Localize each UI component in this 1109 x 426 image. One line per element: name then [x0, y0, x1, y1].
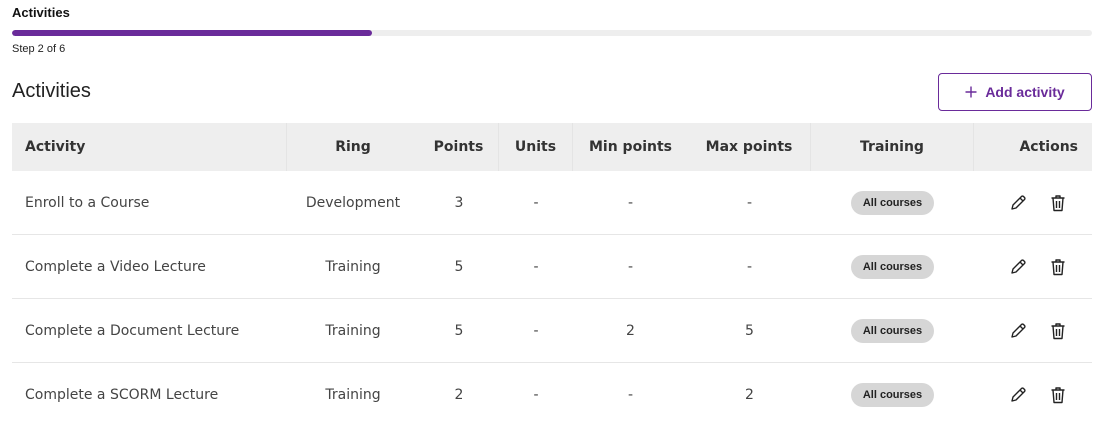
points-value: 3 — [454, 194, 464, 211]
header-points[interactable]: Points — [419, 123, 499, 171]
progress-bar — [12, 30, 1092, 36]
activity-name: Complete a Document Lecture — [25, 322, 240, 339]
ring-value: Training — [325, 386, 381, 403]
activity-name: Complete a Video Lecture — [25, 258, 206, 275]
min-points-value: 2 — [626, 322, 635, 339]
training-badge: All courses — [850, 190, 935, 215]
ring-value: Training — [325, 322, 381, 339]
header-units[interactable]: Units — [499, 123, 573, 171]
header-max-points[interactable]: Max points — [688, 123, 811, 171]
actions-cell — [974, 385, 1092, 405]
min-points-value: - — [627, 386, 634, 403]
pencil-icon[interactable] — [1008, 257, 1028, 277]
max-points-value: 5 — [745, 322, 754, 339]
actions-cell — [974, 193, 1092, 213]
units-value: - — [533, 322, 539, 339]
trash-icon[interactable] — [1048, 321, 1068, 341]
step-label: Step 2 of 6 — [12, 43, 66, 55]
training-cell: All courses — [811, 254, 974, 279]
trash-icon[interactable] — [1048, 193, 1068, 213]
table-row: Complete a SCORM Lecture Training 2 - - … — [12, 363, 1092, 426]
actions-cell — [974, 321, 1092, 341]
actions-cell — [974, 257, 1092, 277]
add-activity-label: Add activity — [985, 84, 1065, 100]
header-actions: Actions — [1019, 139, 1078, 155]
training-cell: All courses — [811, 382, 974, 407]
pencil-icon[interactable] — [1008, 385, 1028, 405]
training-badge: All courses — [850, 382, 935, 407]
table-row: Complete a Document Lecture Training 5 -… — [12, 299, 1092, 363]
table-row: Enroll to a Course Development 3 - - - A… — [12, 171, 1092, 235]
training-badge: All courses — [850, 254, 935, 279]
progress-bar-fill — [12, 30, 372, 36]
pencil-icon[interactable] — [1008, 321, 1028, 341]
trash-icon[interactable] — [1048, 257, 1068, 277]
min-points-value: - — [627, 194, 634, 211]
activities-table: Activity Ring Points Units Min points Ma… — [12, 123, 1092, 426]
ring-value: Development — [305, 194, 401, 211]
ring-value: Training — [325, 258, 381, 275]
training-badge: All courses — [850, 318, 935, 343]
min-points-value: - — [627, 258, 634, 275]
plus-icon — [965, 86, 977, 98]
pencil-icon[interactable] — [1008, 193, 1028, 213]
max-points-value: 2 — [745, 386, 754, 403]
units-value: - — [533, 194, 539, 211]
training-cell: All courses — [811, 190, 974, 215]
points-value: 2 — [454, 386, 464, 403]
header-training[interactable]: Training — [811, 123, 974, 171]
table-header: Activity Ring Points Units Min points Ma… — [12, 123, 1092, 171]
activity-name: Complete a SCORM Lecture — [25, 386, 219, 403]
training-cell: All courses — [811, 318, 974, 343]
units-value: - — [533, 258, 539, 275]
trash-icon[interactable] — [1048, 385, 1068, 405]
max-points-value: - — [746, 194, 753, 211]
units-value: - — [533, 386, 539, 403]
section-title: Activities — [12, 80, 91, 102]
points-value: 5 — [454, 322, 464, 339]
header-ring[interactable]: Ring — [287, 123, 419, 171]
points-value: 5 — [454, 258, 464, 275]
activity-name: Enroll to a Course — [25, 194, 150, 211]
stepper-title: Activities — [12, 5, 70, 20]
header-min-points[interactable]: Min points — [573, 123, 688, 171]
max-points-value: - — [746, 258, 753, 275]
add-activity-button[interactable]: Add activity — [938, 73, 1092, 111]
header-activity[interactable]: Activity — [12, 123, 287, 171]
table-row: Complete a Video Lecture Training 5 - - … — [12, 235, 1092, 299]
